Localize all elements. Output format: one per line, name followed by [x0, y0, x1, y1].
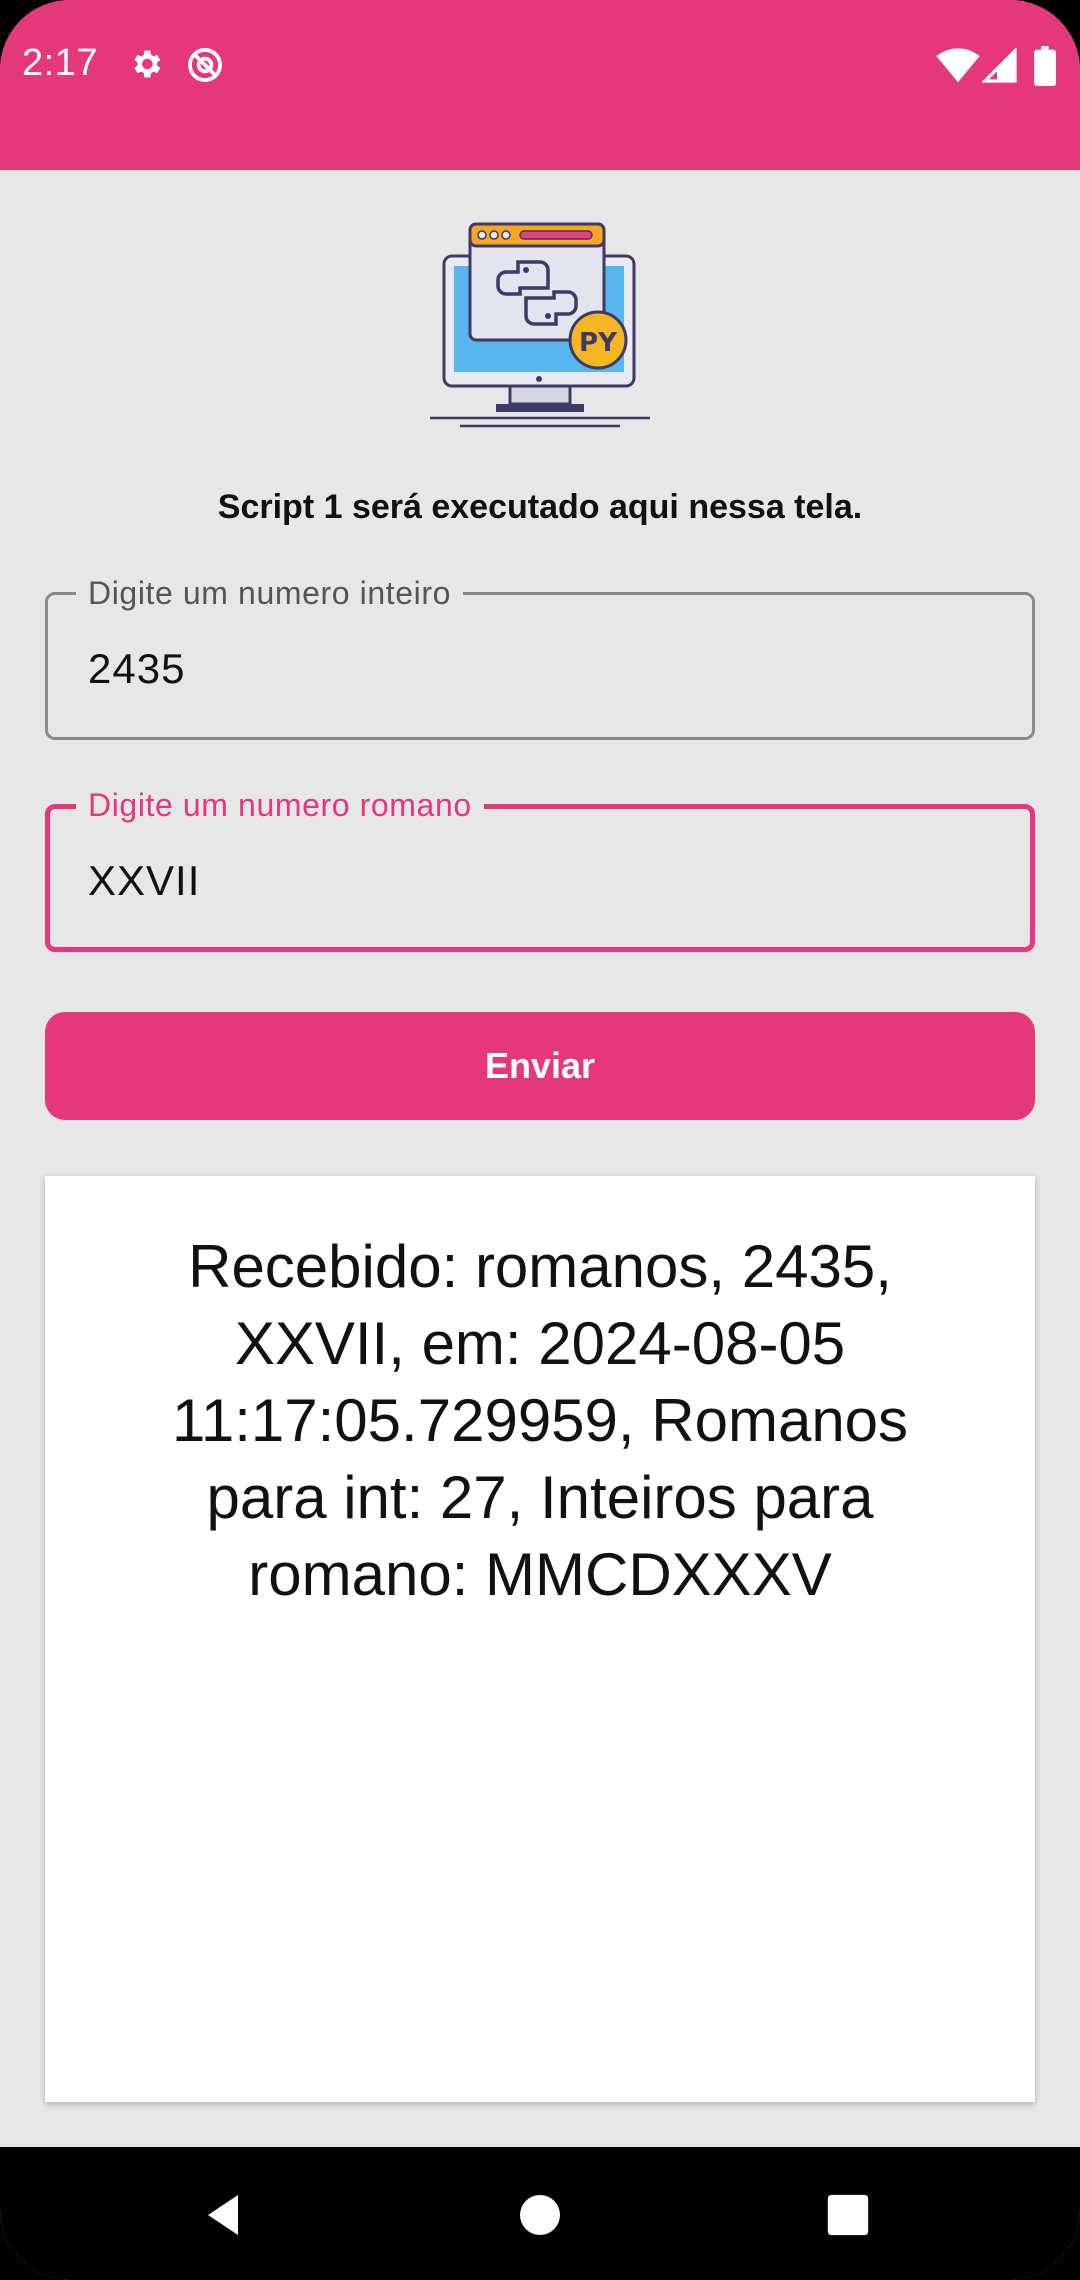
result-card: Recebido: romanos, 2435, XXVII, em: 2024… — [45, 1176, 1035, 2102]
battery-icon — [1034, 46, 1056, 91]
roman-field-value[interactable]: XXVII — [88, 857, 200, 905]
phone-screen: 2:17 PY Script 1 será executado aqui nes… — [0, 0, 1080, 2280]
python-monitor-illustration: PY — [430, 222, 650, 432]
py-badge-text: PY — [579, 328, 618, 358]
no-disturb-icon — [186, 46, 224, 89]
home-icon[interactable] — [516, 2191, 564, 2244]
send-button[interactable]: Enviar — [45, 1012, 1035, 1120]
roman-field[interactable]: Digite um numero romano XXVII — [45, 785, 1035, 952]
status-bar: 2:17 — [0, 0, 1080, 170]
roman-field-label: Digite um numero romano — [76, 785, 484, 825]
signal-icon — [981, 47, 1018, 89]
main-content: PY Script 1 será executado aqui nessa te… — [0, 170, 1080, 2147]
navigation-bar — [0, 2147, 1080, 2280]
integer-field-value[interactable]: 2435 — [88, 645, 185, 693]
integer-field-label: Digite um numero inteiro — [76, 573, 463, 613]
recents-icon[interactable] — [826, 2193, 870, 2242]
status-time: 2:17 — [22, 42, 98, 84]
result-text: Recebido: romanos, 2435, XXVII, em: 2024… — [171, 1233, 909, 1608]
integer-field[interactable]: Digite um numero inteiro 2435 — [45, 573, 1035, 740]
back-icon[interactable] — [200, 2191, 248, 2244]
wifi-icon — [936, 48, 980, 89]
gear-icon — [128, 46, 164, 87]
page-title: Script 1 será executado aqui nessa tela. — [217, 488, 863, 526]
